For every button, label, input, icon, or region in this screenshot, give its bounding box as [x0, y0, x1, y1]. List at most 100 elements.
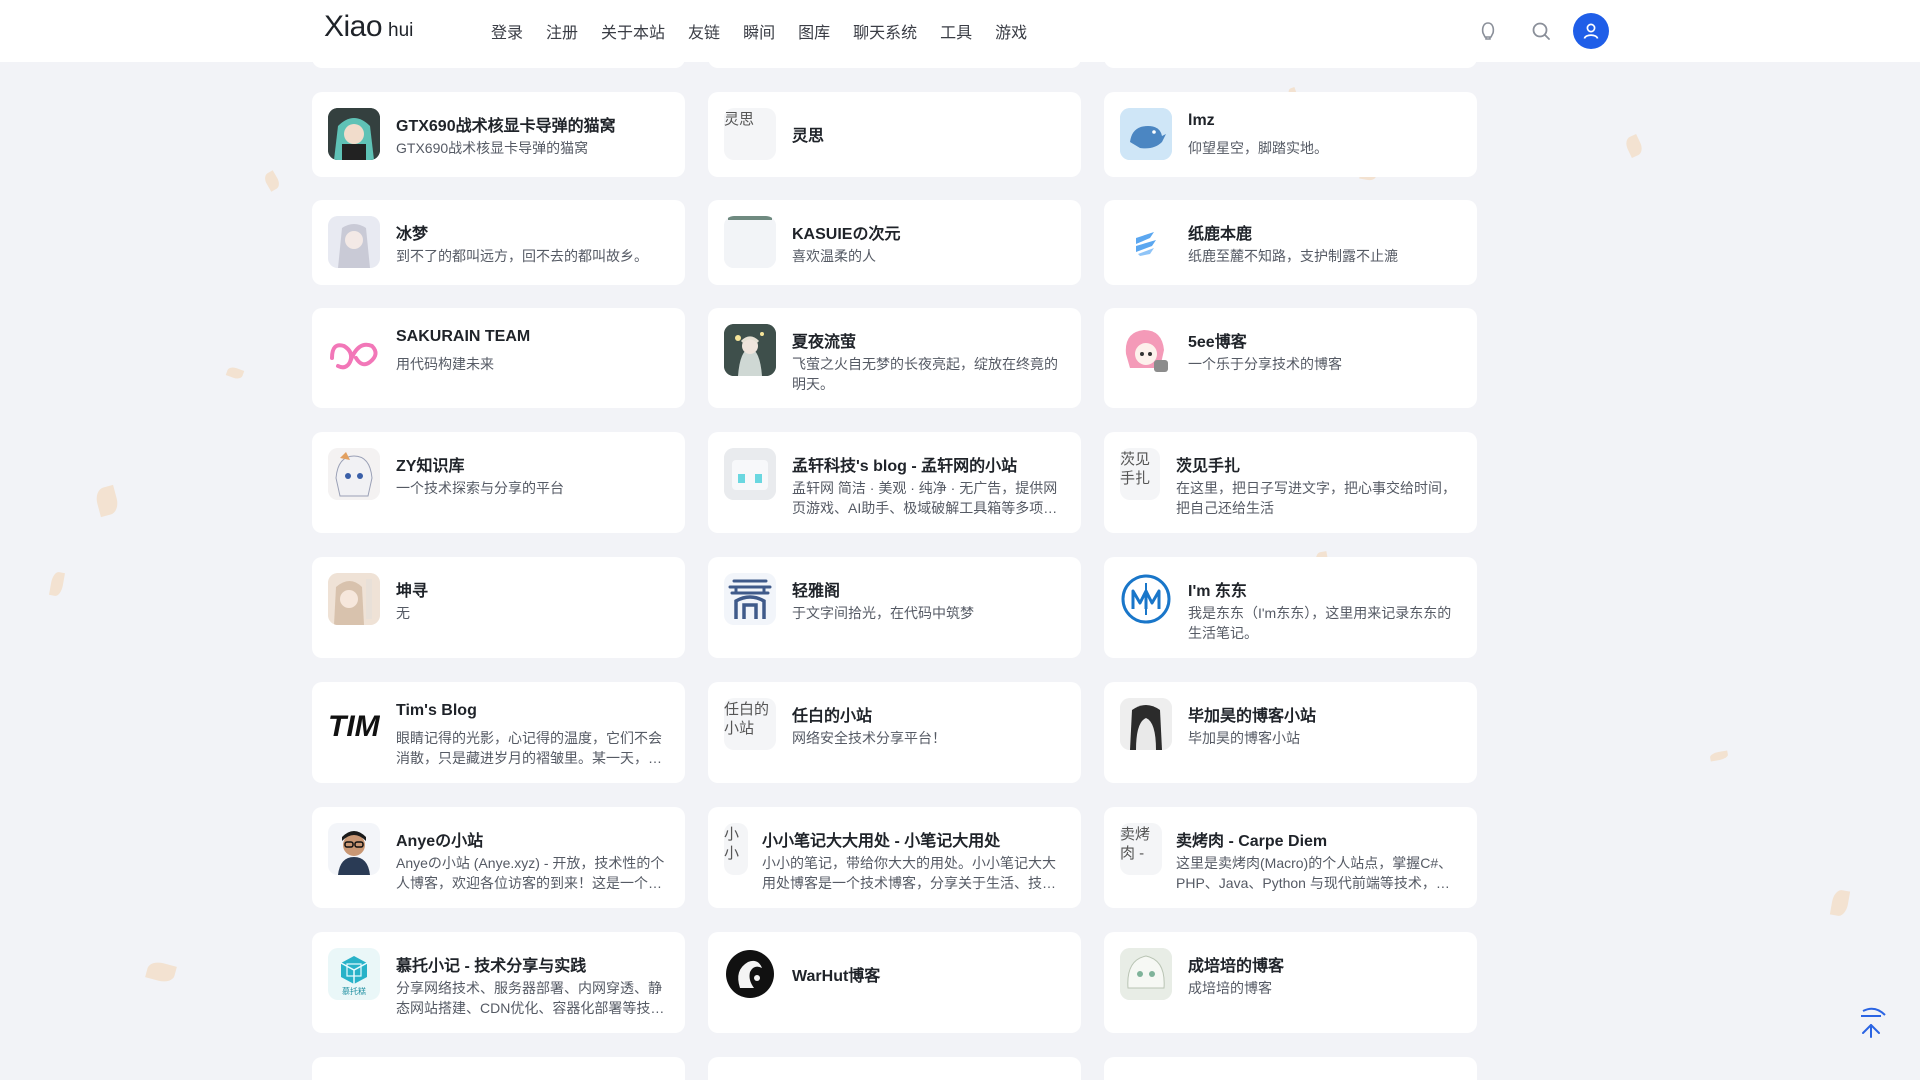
user-icon: [1583, 23, 1599, 39]
link-description: 分享网络技术、服务器部署、内网穿透、静态网站搭建、CDN优化、容器化部署等技…: [396, 980, 665, 1016]
nav-friend-links[interactable]: 友链: [688, 19, 720, 43]
link-card[interactable]: WarHut博客: [708, 932, 1081, 1033]
link-title: 5ee博客: [1188, 334, 1247, 351]
link-title: Anyeの小站: [396, 833, 484, 850]
petal-decoration: [1623, 133, 1645, 159]
back-to-top-icon: [1861, 1007, 1886, 1038]
link-title: 卖烤肉 - Carpe Diem: [1176, 833, 1328, 850]
link-card[interactable]: I'm 东东 我是东东（I'm东东），这里用来记录东东的生活笔记。: [1104, 557, 1477, 658]
link-title: SAKURAIN TEAM: [396, 328, 531, 345]
link-title: 冰梦: [396, 226, 429, 243]
link-card[interactable]: 5ee博客 一个乐于分享技术的博客: [1104, 308, 1477, 408]
thumb-caption: 慕托糕: [342, 986, 366, 996]
nav-register[interactable]: 注册: [546, 19, 578, 43]
petal-decoration: [1829, 888, 1851, 918]
back-to-top-button[interactable]: [1851, 1003, 1891, 1043]
site-avatar-image: 慕托糕: [328, 948, 380, 1000]
nav-games[interactable]: 游戏: [995, 19, 1027, 43]
link-card[interactable]: 卖烤肉 - 卖烤肉 - Carpe Diem 这里是卖烤肉(Macro)的个人站…: [1104, 807, 1477, 908]
link-title: 毕加昊的博客小站: [1188, 708, 1317, 725]
link-card[interactable]: 茨见手扎 茨见手扎 在这里，把日子写进文字，把心事交给时间，把自己还给生活: [1104, 432, 1477, 533]
link-card[interactable]: 小小 小小笔记大大用处 - 小笔记大用处 小小的笔记，带给你大大的用处。小小笔记…: [708, 807, 1081, 908]
link-description: GTX690战术核显卡导弹的猫窝: [396, 140, 589, 156]
link-description: 一个乐于分享技术的博客: [1188, 356, 1342, 372]
link-card[interactable]: SAKURAIN TEAM 用代码构建未来: [312, 308, 685, 408]
site-avatar-image: [724, 573, 776, 625]
nav-moments[interactable]: 瞬间: [743, 19, 775, 43]
site-avatar-image: [328, 216, 380, 268]
link-title: 轻雅阁: [792, 583, 841, 600]
link-title: 纸鹿本鹿: [1188, 226, 1253, 243]
site-avatar-image: TIM: [328, 698, 380, 750]
link-card[interactable]: Anyeの小站 Anyeの小站 (Anye.xyz) - 开放，技术性的个人博客…: [312, 807, 685, 908]
link-description: 眼睛记得的光影，心记得的温度，它们不会消散，只是藏进岁月的褶皱里。某一天，…: [396, 730, 662, 766]
site-logo[interactable]: Xiao hui: [324, 10, 413, 44]
petal-decoration: [262, 170, 282, 192]
link-title: Tim's Blog: [396, 702, 477, 719]
petal-decoration: [225, 365, 245, 381]
nav-chat[interactable]: 聊天系统: [853, 19, 917, 43]
user-avatar-button[interactable]: [1573, 13, 1609, 49]
site-avatar-broken-image: 卖烤肉 -: [1120, 823, 1162, 875]
link-title: KASUIEの次元: [792, 226, 901, 243]
link-description: 喜欢温柔的人: [792, 248, 876, 264]
site-avatar-image: [724, 324, 776, 376]
link-title: 成培培的博客: [1188, 958, 1285, 975]
link-card-partial[interactable]: [708, 1057, 1081, 1080]
site-avatar-image: [328, 573, 380, 625]
petal-decoration: [145, 959, 177, 985]
link-description: 飞萤之火自无梦的长夜亮起，绽放在终竟的明天。: [792, 356, 1058, 392]
link-card[interactable]: 孟轩科技's blog - 孟轩网的小站 孟轩网 简洁 · 美观 · 纯净 · …: [708, 432, 1081, 533]
site-avatar-image: [724, 948, 776, 1000]
petal-decoration: [1709, 750, 1729, 762]
site-avatar-image: [1120, 698, 1172, 750]
link-card[interactable]: 纸鹿本鹿 纸鹿至麓不知路，支护制露不止漉: [1104, 200, 1477, 285]
nav-gallery[interactable]: 图库: [798, 19, 830, 43]
link-title: 慕托小记 - 技术分享与实践: [396, 958, 587, 975]
link-card-partial[interactable]: [1104, 1057, 1477, 1080]
site-avatar-broken-image: 小小: [724, 823, 748, 875]
link-title: 灵思: [792, 128, 825, 145]
search-icon[interactable]: [1529, 19, 1553, 43]
site-avatar-image: [724, 216, 776, 268]
link-card[interactable]: KASUIEの次元 喜欢温柔的人: [708, 200, 1081, 285]
logo-sub: hui: [388, 20, 414, 41]
link-description: 我是东东（I'm东东），这里用来记录东东的生活笔记。: [1188, 605, 1452, 641]
link-card[interactable]: 灵思 灵思: [708, 92, 1081, 177]
nav-login[interactable]: 登录: [491, 19, 523, 43]
link-card-partial[interactable]: [312, 1057, 685, 1080]
link-card[interactable]: 夏夜流萤 飞萤之火自无梦的长夜亮起，绽放在终竟的明天。: [708, 308, 1081, 408]
link-description: Anyeの小站 (Anye.xyz) - 开放，技术性的个人博客，欢迎各位访客的…: [396, 855, 665, 891]
link-card[interactable]: 慕托糕 慕托小记 - 技术分享与实践 分享网络技术、服务器部署、内网穿透、静态网…: [312, 932, 685, 1033]
site-avatar-image: [1120, 216, 1172, 268]
link-card[interactable]: 轻雅阁 于文字间拾光，在代码中筑梦: [708, 557, 1081, 658]
nav-about[interactable]: 关于本站: [601, 19, 665, 43]
site-avatar-image: [1120, 573, 1172, 625]
link-card[interactable]: 成培培的博客 成培培的博客: [1104, 932, 1477, 1033]
link-card[interactable]: 冰梦 到不了的都叫远方，回不去的都叫故乡。: [312, 200, 685, 285]
site-avatar-image: [1120, 324, 1172, 376]
site-avatar-image: [328, 448, 380, 500]
link-card[interactable]: GTX690战术核显卡导弹的猫窝 GTX690战术核显卡导弹的猫窝: [312, 92, 685, 177]
link-card[interactable]: 坤寻 无: [312, 557, 685, 658]
main-nav: 登录 注册 关于本站 友链 瞬间 图库 聊天系统 工具 游戏: [491, 0, 1050, 62]
link-card[interactable]: 任白的小站 任白的小站 网络安全技术分享平台！: [708, 682, 1081, 783]
nav-tools[interactable]: 工具: [940, 19, 972, 43]
site-avatar-image: [328, 108, 380, 160]
link-card[interactable]: TIM Tim's Blog 眼睛记得的光影，心记得的温度，它们不会消散，只是藏…: [312, 682, 685, 783]
link-card[interactable]: 毕加昊的博客小站 毕加昊的博客小站: [1104, 682, 1477, 783]
link-description: 在这里，把日子写进文字，把心事交给时间，把自己还给生活: [1176, 480, 1456, 516]
theme-icon[interactable]: [1476, 19, 1500, 43]
link-description: 成培培的博客: [1188, 980, 1272, 996]
site-avatar-image: [724, 448, 776, 500]
link-card[interactable]: ZY知识库 一个技术探索与分享的平台: [312, 432, 685, 533]
petal-decoration: [49, 571, 65, 597]
link-title: 茨见手扎: [1176, 458, 1241, 475]
link-card[interactable]: lmz 仰望星空，脚踏实地。: [1104, 92, 1477, 177]
link-description: 纸鹿至麓不知路，支护制露不止漉: [1188, 248, 1398, 264]
site-header: Xiao hui 登录 注册 关于本站 友链 瞬间 图库 聊天系统 工具 游戏: [0, 0, 1920, 62]
link-title: 任白的小站: [792, 708, 873, 725]
link-description: 于文字间拾光，在代码中筑梦: [792, 605, 974, 621]
link-description: 毕加昊的博客小站: [1188, 730, 1300, 746]
link-description: 小小的笔记，带给你大大的用处。小小笔记大大用处博客是一个技术博客，分享关于生活、…: [762, 855, 1056, 891]
